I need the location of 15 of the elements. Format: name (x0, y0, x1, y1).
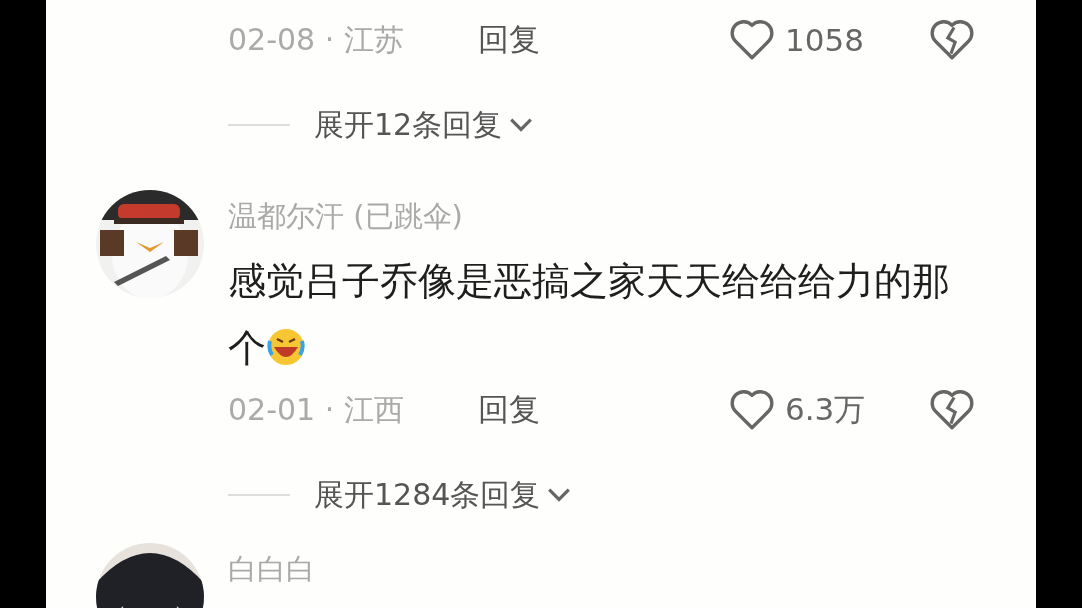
comment-date-location: 02-01 · 江西 (228, 390, 405, 429)
reply-button[interactable]: 回复 (478, 389, 540, 431)
expand-replies-button[interactable]: 展开1284条回复 (314, 474, 573, 516)
like-button[interactable]: 6.3万 (729, 389, 929, 431)
heart-icon (729, 389, 775, 431)
broken-heart-icon[interactable] (929, 19, 975, 61)
expand-replies-button[interactable]: 展开12条回复 (314, 104, 535, 146)
chevron-down-icon (508, 116, 535, 134)
like-button[interactable]: 1058 (729, 19, 929, 61)
chevron-down-icon (546, 486, 573, 504)
reply-button[interactable]: 回复 (478, 19, 540, 61)
comment-date-location: 02-08 · 江苏 (228, 20, 405, 59)
heart-icon (729, 19, 775, 61)
comment-text: 感觉吕子乔像是恶搞之家天天给给给力的那个 (228, 258, 951, 372)
broken-heart-icon[interactable] (929, 389, 975, 431)
